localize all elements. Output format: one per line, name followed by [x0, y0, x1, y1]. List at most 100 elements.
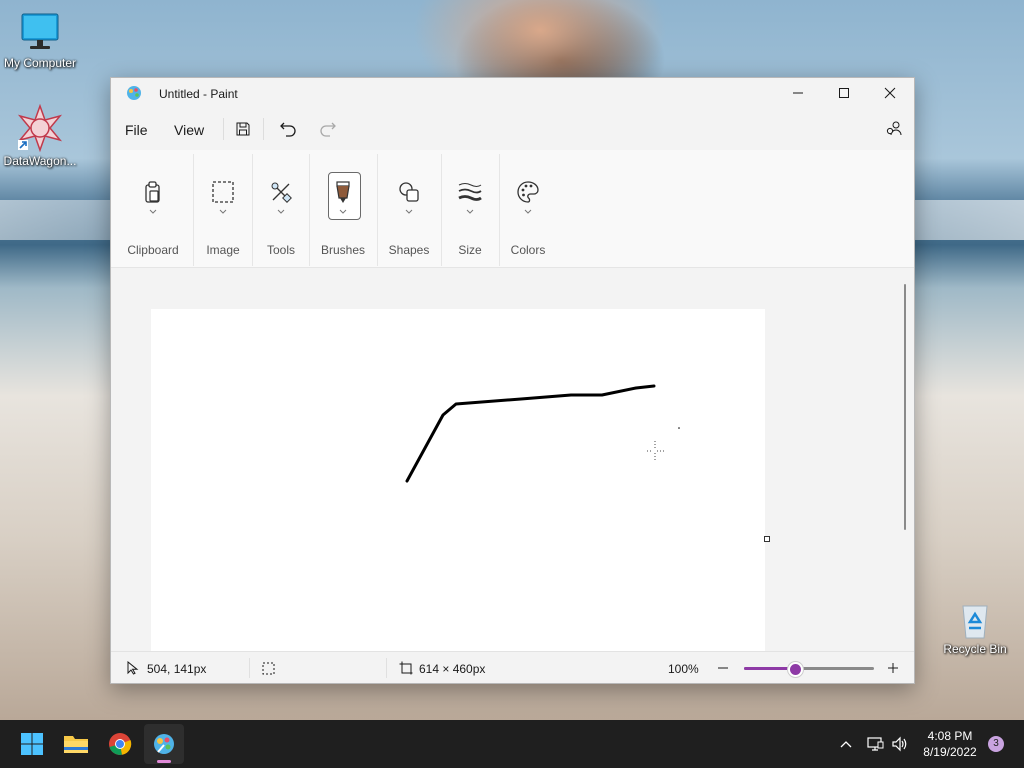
menu-view[interactable]: View: [174, 122, 204, 138]
redo-button[interactable]: [317, 118, 339, 140]
status-bar: 504, 141px 614 × 460px 100%: [111, 651, 914, 683]
menu-bar: File View: [111, 108, 914, 148]
clock-time: 4:08 PM: [927, 729, 973, 743]
save-button[interactable]: [232, 118, 254, 140]
crosshair-cursor-icon: [647, 441, 665, 461]
volume-button[interactable]: [891, 720, 909, 768]
chevron-down-icon: [466, 209, 474, 214]
divider: [386, 658, 387, 678]
tools-icon: [267, 178, 295, 206]
ribbon-group-brushes[interactable]: Brushes: [315, 150, 371, 267]
desktop-icon-label: DataWagon...: [3, 154, 77, 168]
desktop-icon-datawagon[interactable]: DataWagon...: [0, 103, 80, 168]
zoom-in-button[interactable]: [885, 660, 901, 676]
taskbar-clock[interactable]: 4:08 PM 8/19/2022: [918, 728, 982, 760]
taskbar-chrome[interactable]: [100, 724, 140, 764]
undo-icon: [280, 122, 296, 137]
minus-icon: [718, 667, 728, 669]
menu-file[interactable]: File: [125, 122, 148, 138]
start-icon: [21, 733, 43, 755]
divider: [441, 154, 442, 266]
chevron-up-icon: [840, 741, 852, 748]
taskbar-file-explorer[interactable]: [56, 724, 96, 764]
desktop-icon-recycle-bin[interactable]: Recycle Bin: [935, 600, 1015, 656]
close-icon: [884, 87, 896, 99]
divider: [377, 154, 378, 266]
zoom-slider-thumb[interactable]: [788, 662, 803, 677]
ribbon-group-label: Colors: [510, 243, 546, 257]
start-button[interactable]: [12, 724, 52, 764]
title-bar[interactable]: Untitled - Paint: [111, 78, 914, 108]
redo-icon: [320, 122, 336, 137]
chevron-down-icon: [149, 209, 157, 214]
zoom-out-button[interactable]: [715, 660, 731, 676]
minimize-button[interactable]: [775, 78, 821, 108]
ribbon-group-label: Brushes: [320, 243, 366, 257]
notification-badge[interactable]: 3: [988, 736, 1004, 752]
palette-icon: [514, 178, 542, 206]
drawing-canvas[interactable]: [151, 309, 765, 651]
active-app-indicator: [157, 760, 171, 763]
ribbon-group-label: Clipboard: [127, 243, 179, 257]
plus-icon: [888, 663, 898, 673]
volume-icon: [892, 736, 907, 752]
selection-size-icon: [262, 662, 275, 675]
ribbon-group-label: Tools: [266, 243, 295, 257]
paint-window: Untitled - Paint File View Clipboard Ima…: [110, 77, 915, 684]
account-settings-button[interactable]: [883, 118, 905, 140]
ribbon-group-shapes[interactable]: Shapes: [381, 150, 437, 267]
network-button[interactable]: [866, 720, 884, 768]
canvas-resize-handle[interactable]: [764, 536, 770, 542]
chevron-down-icon: [277, 209, 285, 214]
canvas-size-icon: [399, 661, 413, 675]
chevron-down-icon: [524, 209, 532, 214]
chrome-icon: [109, 733, 132, 755]
zoom-slider[interactable]: [744, 662, 874, 677]
divider: [499, 154, 500, 266]
monitor-icon: [18, 10, 62, 54]
ribbon-group-label: Size: [458, 243, 482, 257]
ribbon-group-tools[interactable]: Tools: [254, 150, 308, 267]
selection-icon: [209, 178, 237, 206]
network-icon: [867, 737, 884, 751]
ribbon-group-label: Image: [206, 243, 240, 257]
brush-icon: [329, 178, 357, 206]
divider: [263, 118, 264, 140]
account-icon: [886, 121, 902, 136]
paint-app-icon: [126, 85, 142, 101]
paint-icon: [154, 734, 174, 754]
chevron-down-icon: [339, 209, 347, 214]
stroke-size-icon: [456, 178, 484, 206]
vertical-scrollbar[interactable]: [904, 284, 906, 530]
drawn-stroke: [405, 384, 656, 483]
chevron-down-icon: [219, 209, 227, 214]
clipboard-icon: [139, 178, 167, 206]
tray-overflow-button[interactable]: [838, 720, 854, 768]
maximize-icon: [839, 88, 849, 98]
shapes-icon: [395, 178, 423, 206]
desktop-icon-label: Recycle Bin: [943, 642, 1007, 656]
save-icon: [236, 122, 250, 136]
drawn-dot: [678, 427, 680, 429]
undo-button[interactable]: [277, 118, 299, 140]
minimize-icon: [793, 92, 803, 94]
ribbon-group-colors[interactable]: Colors: [501, 150, 555, 267]
pointer-icon: [127, 661, 139, 675]
close-button[interactable]: [867, 78, 913, 108]
ribbon-group-image[interactable]: Image: [195, 150, 251, 267]
divider: [252, 154, 253, 266]
window-title: Untitled - Paint: [159, 87, 238, 101]
desktop-icon-my-computer[interactable]: My Computer: [0, 10, 80, 70]
divider: [223, 118, 224, 140]
chevron-down-icon: [405, 209, 413, 214]
taskbar-paint[interactable]: [144, 724, 184, 764]
datawagon-logo-icon: [16, 103, 64, 153]
clock-date: 8/19/2022: [923, 745, 977, 759]
ribbon-group-clipboard[interactable]: Clipboard: [118, 150, 188, 267]
divider: [193, 154, 194, 266]
ribbon-group-size[interactable]: Size: [443, 150, 497, 267]
divider: [309, 154, 310, 266]
maximize-button[interactable]: [821, 78, 867, 108]
ribbon: Clipboard Image Tools Brushes Shapes Siz…: [111, 150, 914, 268]
recycle-bin-icon: [955, 600, 995, 640]
